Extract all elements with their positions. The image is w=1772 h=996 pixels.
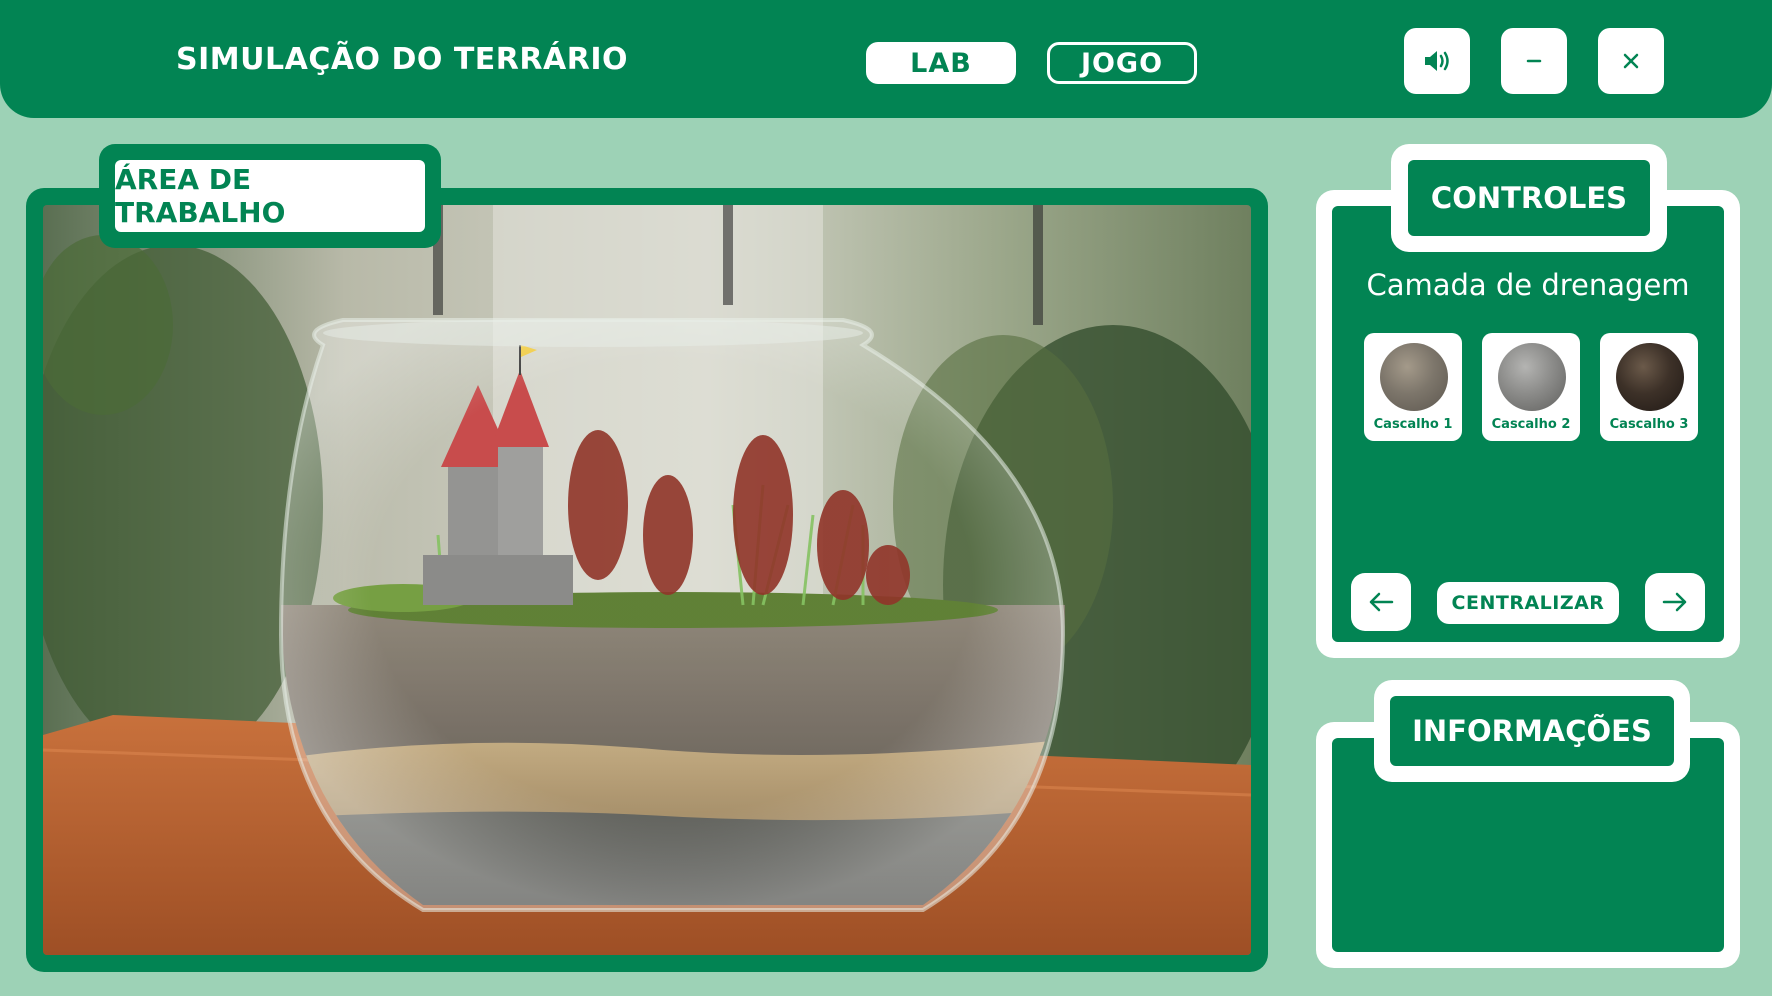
- sound-button[interactable]: [1404, 28, 1470, 94]
- workspace-tab-label: ÁREA DE TRABALHO: [115, 160, 425, 232]
- previous-button[interactable]: [1351, 573, 1411, 631]
- gravel-option-label: Cascalho 2: [1491, 417, 1571, 432]
- gravel-option-3[interactable]: Cascalho 3: [1600, 333, 1698, 441]
- center-button[interactable]: CENTRALIZAR: [1437, 582, 1619, 624]
- speaker-icon: [1425, 51, 1449, 71]
- next-button[interactable]: [1645, 573, 1705, 631]
- arrow-right-icon: [1662, 592, 1687, 612]
- terrarium-scene: [43, 205, 1251, 955]
- controls-tab-label: CONTROLES: [1408, 160, 1650, 236]
- app-title: SIMULAÇÃO DO TERRÁRIO: [176, 42, 628, 77]
- controls-tab: CONTROLES: [1391, 144, 1667, 252]
- mode-jogo-button[interactable]: JOGO: [1047, 42, 1197, 84]
- info-tab-label: INFORMAÇÕES: [1390, 696, 1674, 766]
- gravel-option-1[interactable]: Cascalho 1: [1364, 333, 1462, 441]
- close-button[interactable]: [1598, 28, 1664, 94]
- gravel-1-swatch: [1380, 343, 1448, 411]
- close-icon: [1623, 53, 1639, 69]
- gravel-2-swatch: [1498, 343, 1566, 411]
- workspace-panel: [26, 188, 1268, 972]
- terrarium-viewport[interactable]: [43, 205, 1251, 955]
- info-tab: INFORMAÇÕES: [1374, 680, 1690, 782]
- gravel-3-swatch: [1616, 343, 1684, 411]
- layer-title: Camada de drenagem: [1366, 268, 1690, 302]
- mode-lab-button[interactable]: LAB: [866, 42, 1016, 84]
- workspace-tab: ÁREA DE TRABALHO: [99, 144, 441, 248]
- gravel-option-label: Cascalho 3: [1609, 417, 1689, 432]
- minimize-button[interactable]: [1501, 28, 1567, 94]
- arrow-left-icon: [1369, 592, 1394, 612]
- gravel-option-2[interactable]: Cascalho 2: [1482, 333, 1580, 441]
- top-bar: SIMULAÇÃO DO TERRÁRIO LAB JOGO: [0, 0, 1772, 118]
- gravel-option-label: Cascalho 1: [1373, 417, 1453, 432]
- minus-icon: [1526, 59, 1542, 63]
